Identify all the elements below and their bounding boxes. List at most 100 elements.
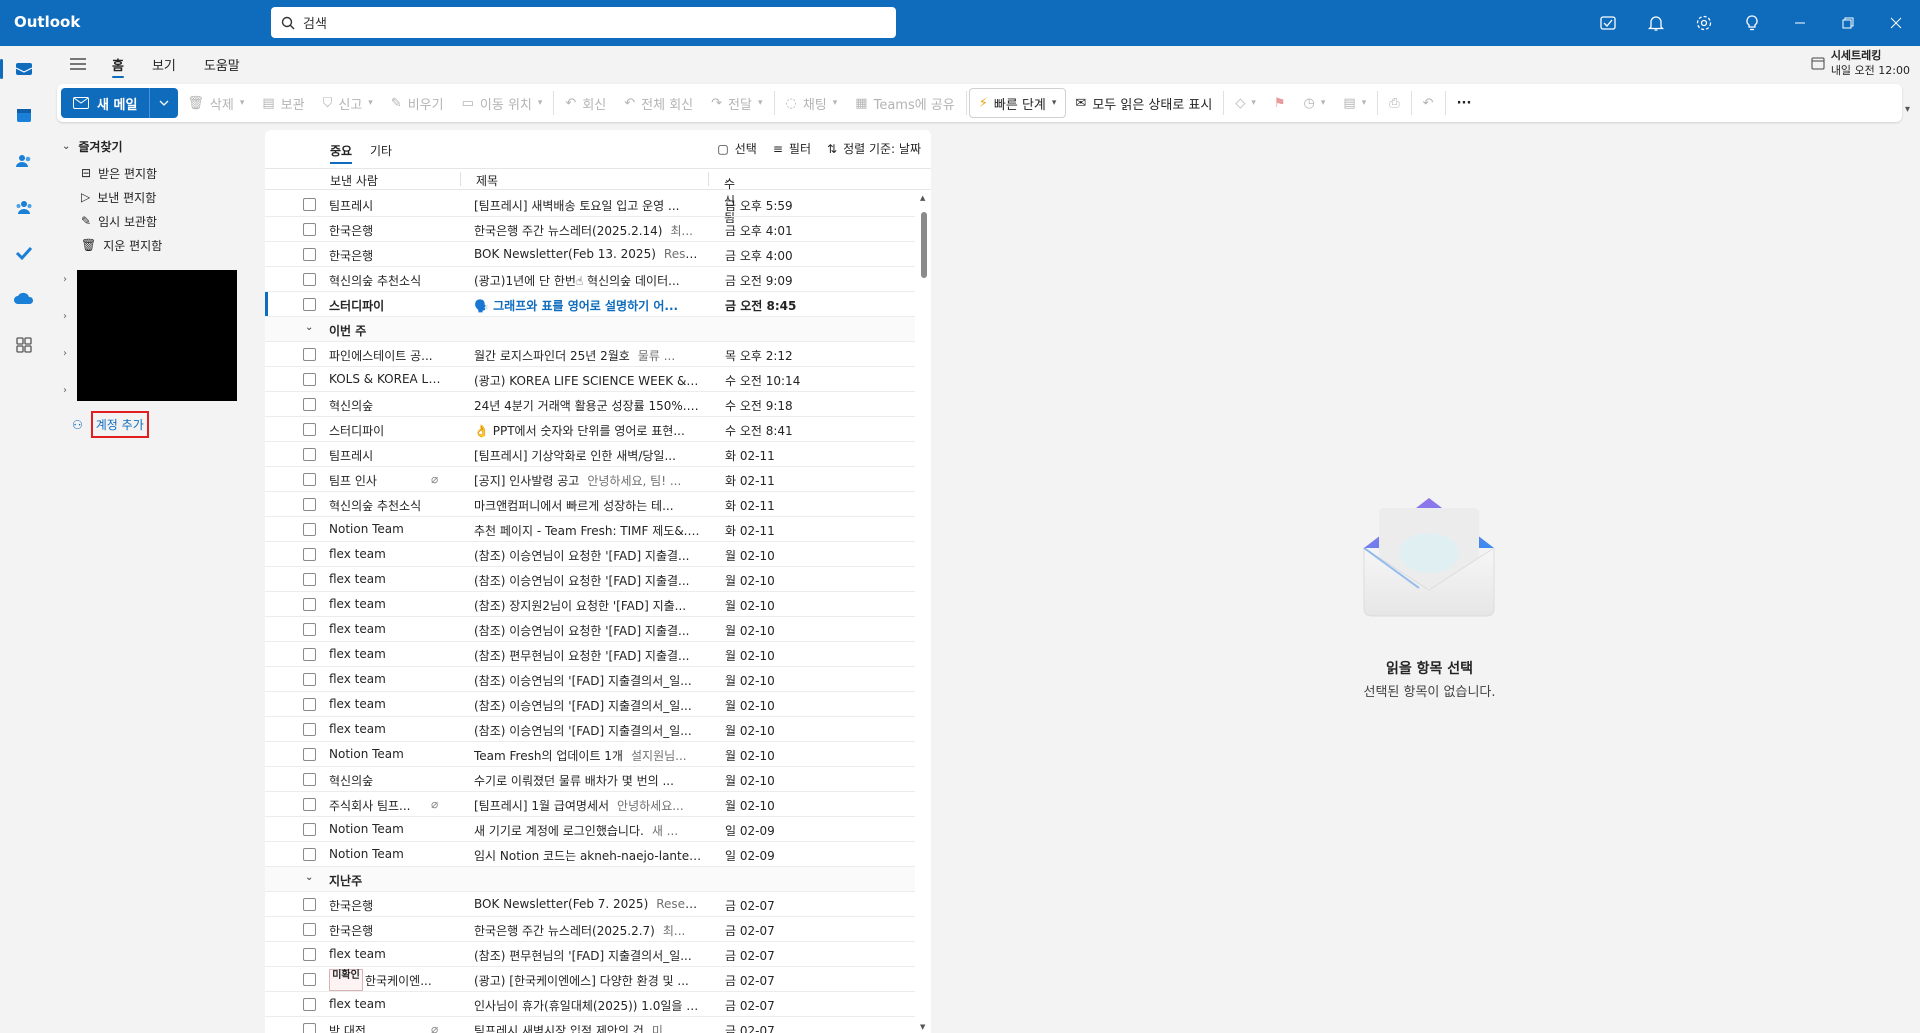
message-row[interactable]: 한국은행 한국은행 주간 뉴스레터(2025.2.14) 최... 금 오후 4:01 xyxy=(265,217,915,242)
reply-all-button[interactable]: ↶ 전체 회신 xyxy=(615,88,702,118)
row-checkbox[interactable] xyxy=(303,998,316,1011)
message-row[interactable]: flex team (참조) 이승연님의 '[FAD] 지출결의서_일... 월 0… xyxy=(265,717,915,742)
message-row[interactable]: 혁신의숲 추천소식 (광고)1년에 단 한번☝ 혁신의숲 데이터... 금 오전 9… xyxy=(265,267,915,292)
move-button[interactable]: ▭ 이동 위치 ▾ xyxy=(453,88,552,118)
report-button[interactable]: ⛉ 신고 ▾ xyxy=(314,88,382,118)
message-row[interactable]: flex team (참조) 이승연님이 요청한 '[FAD] 지출결... 월 0… xyxy=(265,617,915,642)
scroll-up-icon[interactable]: ▲ xyxy=(920,194,925,202)
chevron-down-icon[interactable]: ▾ xyxy=(1052,98,1057,108)
message-row[interactable]: 혁신의숲 24년 4분기 거래액 활용군 성장률 150%... 수 오전 9:18 xyxy=(265,392,915,417)
mark-all-read-button[interactable]: ✉ 모두 읽은 상태로 표시 xyxy=(1066,88,1221,118)
message-row[interactable]: Notion Team 임시 Notion 코드는 akneh-naejo-lan… xyxy=(265,842,915,867)
rules-button[interactable]: ▤ ▾ xyxy=(1334,88,1375,118)
chevron-down-icon[interactable]: ▾ xyxy=(1251,98,1256,108)
chevron-down-icon[interactable]: ▾ xyxy=(1362,98,1367,108)
teams-share-button[interactable]: ▦ Teams에 공유 xyxy=(846,88,963,118)
column-divider[interactable] xyxy=(460,172,461,186)
row-checkbox[interactable] xyxy=(303,773,316,786)
row-checkbox[interactable] xyxy=(303,273,316,286)
row-checkbox[interactable] xyxy=(303,673,316,686)
message-row[interactable]: 혁신의숲 추천소식 마크앤컴퍼니에서 빠르게 성장하는 테... 화 02-11 xyxy=(265,492,915,517)
row-checkbox[interactable] xyxy=(303,398,316,411)
row-checkbox[interactable] xyxy=(303,248,316,261)
scrollbar[interactable]: ▲ ▼ xyxy=(917,192,931,1033)
message-row[interactable]: 한국은행 한국은행 주간 뉴스레터(2025.2.7) 최... 금 02-07 xyxy=(265,917,915,942)
row-checkbox[interactable] xyxy=(303,648,316,661)
chevron-down-icon[interactable]: ▾ xyxy=(1321,98,1326,108)
col-from[interactable]: 보낸 사람 xyxy=(330,172,378,189)
row-checkbox[interactable] xyxy=(303,623,316,636)
chat-button[interactable]: ◌ 채팅 ▾ xyxy=(777,88,847,118)
message-row[interactable]: flex team 인사님이 휴가(휴일대체(2025)) 1.0일을 ... 금 … xyxy=(265,992,915,1017)
minimize-icon[interactable] xyxy=(1776,0,1824,46)
message-row[interactable]: 팀프 인사 ⌀ [공지] 인사발령 공고 안녕하세요, 팀! ... 화 02-11 xyxy=(265,467,915,492)
mail-icon[interactable] xyxy=(0,46,48,92)
filter-button[interactable]: ≡ 필터 xyxy=(773,140,811,157)
hamburger-icon[interactable] xyxy=(58,46,98,82)
row-checkbox[interactable] xyxy=(303,423,316,436)
row-checkbox[interactable] xyxy=(303,348,316,361)
message-row[interactable]: 팀프레시 [팀프레시] 기상악화로 인한 새벽/당일... 화 02-11 xyxy=(265,442,915,467)
forward-button[interactable]: ↷ 전달 ▾ xyxy=(702,88,771,118)
restore-icon[interactable] xyxy=(1824,0,1872,46)
scroll-down-icon[interactable]: ▼ xyxy=(920,1023,925,1031)
row-checkbox[interactable] xyxy=(303,973,316,986)
onedrive-icon[interactable] xyxy=(0,276,48,322)
chevron-down-icon[interactable]: ▾ xyxy=(240,98,245,108)
message-row[interactable]: 스터디파이 👌 PPT에서 숫자와 단위를 영어로 표현... 수 오전 8:41 xyxy=(265,417,915,442)
message-row[interactable]: flex team (참조) 이승연님의 '[FAD] 지출결의서_일... 월 0… xyxy=(265,692,915,717)
folder-deleted[interactable]: 🗑 지운 편지함 xyxy=(81,235,162,255)
select-button[interactable]: ▢ 선택 xyxy=(717,140,756,157)
flag-button[interactable]: ⚑ xyxy=(1265,88,1295,118)
reminder-widget[interactable]: 시세트레킹 내일 오전 12:00 xyxy=(1811,48,1910,78)
favorites-header[interactable]: ⌄ 즐겨찾기 xyxy=(62,138,123,155)
row-checkbox[interactable] xyxy=(303,198,316,211)
row-checkbox[interactable] xyxy=(303,473,316,486)
quick-steps-button[interactable]: ⚡ 빠른 단계 ▾ xyxy=(968,88,1067,118)
ribbon-collapse-chevron-icon[interactable]: ▾ xyxy=(1905,104,1910,115)
message-row[interactable]: 미확인 한국케이엔... (광고) [한국케이엔에스] 다양한 환경 및 ... 금 … xyxy=(265,967,915,992)
scrollbar-thumb[interactable] xyxy=(921,212,927,278)
calendar-icon[interactable] xyxy=(0,92,48,138)
column-divider[interactable] xyxy=(708,172,709,186)
message-row[interactable]: KOLS & KOREA LA... (광고) KOREA LIFE SCIENC… xyxy=(265,367,915,392)
chevron-down-icon[interactable]: ⌄ xyxy=(305,322,313,333)
col-subject[interactable]: 제목 xyxy=(476,172,498,189)
row-checkbox[interactable] xyxy=(303,298,316,311)
message-row[interactable]: flex team (참조) 편무현님이 요청한 '[FAD] 지출결... 월 0… xyxy=(265,642,915,667)
print-button[interactable]: ⎙ xyxy=(1380,88,1408,118)
row-checkbox[interactable] xyxy=(303,373,316,386)
message-row[interactable]: 박 대전 ⌀ 팀프레시 새벽시장 입점 제안의 건 미... 금 02-07 xyxy=(265,1017,915,1033)
row-checkbox[interactable] xyxy=(303,923,316,936)
row-checkbox[interactable] xyxy=(303,798,316,811)
row-checkbox[interactable] xyxy=(303,823,316,836)
row-checkbox[interactable] xyxy=(303,523,316,536)
row-checkbox[interactable] xyxy=(303,573,316,586)
chevron-down-icon[interactable]: ▾ xyxy=(368,98,373,108)
tag-button[interactable]: ◇ ▾ xyxy=(1226,88,1265,118)
groups-icon[interactable] xyxy=(0,184,48,230)
gear-icon[interactable] xyxy=(1680,0,1728,46)
row-checkbox[interactable] xyxy=(303,748,316,761)
lightbulb-icon[interactable] xyxy=(1728,0,1776,46)
chevron-right-icon[interactable]: › xyxy=(63,348,67,359)
message-row[interactable]: Notion Team 새 기기로 계정에 로그인했습니다. 새 ... 일 02-0… xyxy=(265,817,915,842)
tab-focused[interactable]: 중요 xyxy=(330,142,353,164)
group-header[interactable]: ⌄ 지난주 xyxy=(265,867,915,892)
row-checkbox[interactable] xyxy=(303,498,316,511)
sort-button[interactable]: ⇅ 정렬 기준: 날짜 xyxy=(827,140,921,157)
chevron-down-icon[interactable]: ▾ xyxy=(538,98,543,108)
message-row[interactable]: flex team (참조) 이승연님이 요청한 '[FAD] 지출결... 월 0… xyxy=(265,567,915,592)
people-icon[interactable] xyxy=(0,138,48,184)
message-row[interactable]: Notion Team 추천 페이지 - Team Fresh: TIMF 제도&… xyxy=(265,517,915,542)
apps-icon[interactable] xyxy=(0,322,48,368)
undo-button[interactable]: ↶ xyxy=(1414,88,1443,118)
row-checkbox[interactable] xyxy=(303,723,316,736)
row-checkbox[interactable] xyxy=(303,548,316,561)
close-icon[interactable] xyxy=(1872,0,1920,46)
row-checkbox[interactable] xyxy=(303,948,316,961)
chevron-down-icon[interactable] xyxy=(150,100,178,106)
message-row[interactable]: 팀프레시 [팀프레시] 새벽배송 토요일 입고 운영 ... 금 오후 5:59 xyxy=(265,192,915,217)
bell-icon[interactable] xyxy=(1632,0,1680,46)
row-checkbox[interactable] xyxy=(303,448,316,461)
